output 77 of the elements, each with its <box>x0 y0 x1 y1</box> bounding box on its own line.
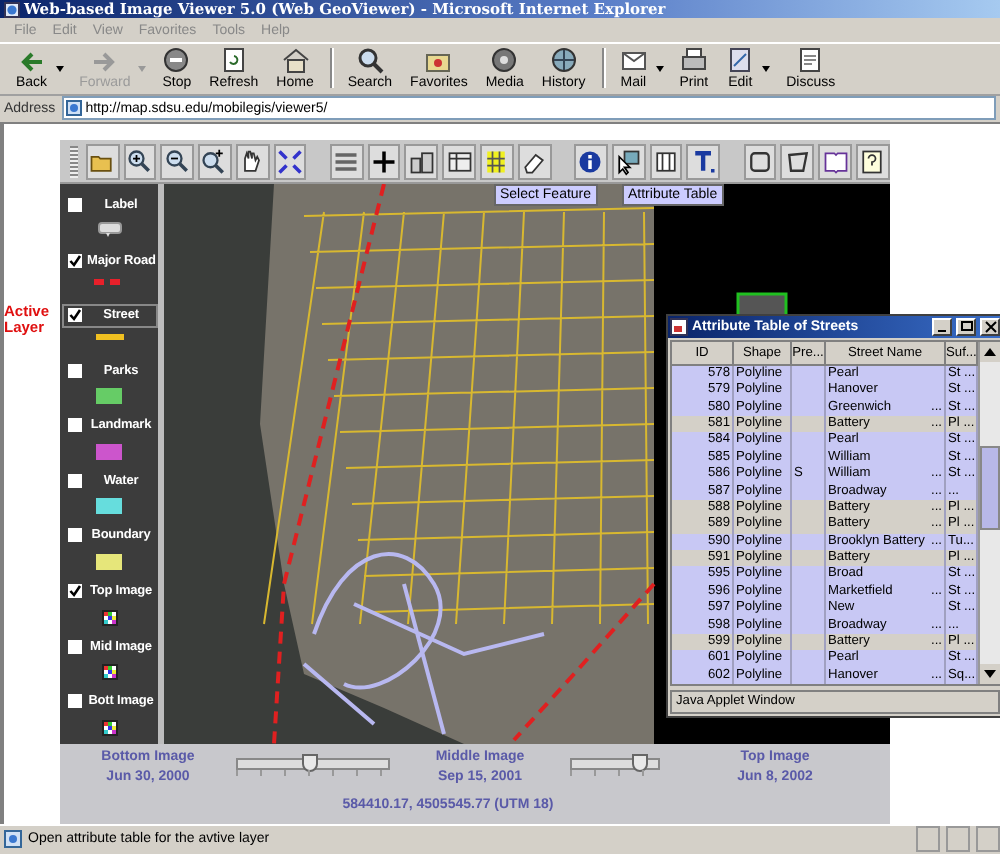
status-pane <box>976 826 1000 853</box>
toolbar-grip <box>70 145 78 178</box>
status-pane <box>916 826 940 853</box>
info-icon <box>576 147 605 176</box>
checkbox[interactable] <box>67 418 81 433</box>
page-icon <box>4 830 22 849</box>
status-pane <box>946 826 970 853</box>
scroll-down-icon <box>984 670 996 679</box>
checkbox[interactable] <box>67 694 81 709</box>
globe-icon <box>549 46 578 75</box>
checkbox[interactable] <box>67 308 81 323</box>
tool-button[interactable] <box>856 143 890 180</box>
close-icon <box>983 319 997 334</box>
slider-thumb[interactable] <box>302 754 318 773</box>
image-grid-icon <box>101 719 117 736</box>
tool-button[interactable] <box>404 143 439 180</box>
close-button[interactable] <box>980 317 1000 336</box>
label-symbol-icon <box>97 222 121 239</box>
tool-button[interactable] <box>686 143 721 180</box>
checkbox[interactable] <box>67 639 81 654</box>
checkbox[interactable] <box>67 253 81 267</box>
scroll-thumb[interactable] <box>980 445 1000 530</box>
tool-button[interactable] <box>517 143 552 180</box>
tool-button[interactable] <box>480 143 514 180</box>
tool-button[interactable] <box>160 143 195 180</box>
home-icon <box>281 46 310 75</box>
tool-button[interactable] <box>649 143 683 180</box>
tool-button[interactable] <box>574 143 608 180</box>
select-feature-icon <box>614 147 643 176</box>
tool-button[interactable] <box>780 143 815 180</box>
checkbox[interactable] <box>67 363 81 378</box>
scrollbar[interactable] <box>978 341 1000 685</box>
search-icon <box>355 46 384 75</box>
page-icon <box>65 100 82 117</box>
buildings-icon <box>407 147 436 176</box>
checkbox[interactable] <box>67 197 81 212</box>
image-grid-icon <box>101 664 117 681</box>
mail-icon <box>619 46 648 75</box>
tool-button[interactable] <box>442 143 477 180</box>
table-icon <box>445 147 474 176</box>
minimize-button[interactable] <box>932 317 952 336</box>
printer-icon <box>679 46 708 75</box>
edit-page-icon <box>726 46 755 75</box>
plus-icon <box>370 147 399 176</box>
checkbox[interactable] <box>67 528 81 543</box>
checkbox[interactable] <box>67 473 81 488</box>
maximize-icon <box>959 319 973 334</box>
zoom-in-icon <box>125 147 154 176</box>
full-extent-icon <box>276 147 305 176</box>
zoom-out-icon <box>163 147 192 176</box>
polygon-tool-icon <box>783 147 812 176</box>
tool-button[interactable] <box>367 143 401 180</box>
slider-thumb[interactable] <box>632 754 649 773</box>
zoom-plus-minus-icon <box>200 147 229 176</box>
tool-button[interactable] <box>235 143 270 180</box>
attribute-table-icon <box>652 147 681 176</box>
discuss-icon <box>796 46 825 75</box>
image-grid-icon <box>101 609 117 626</box>
tool-button[interactable] <box>273 143 307 180</box>
tool-button[interactable] <box>123 143 157 180</box>
checkbox[interactable] <box>67 584 81 599</box>
media-icon <box>490 46 519 75</box>
maximize-button[interactable] <box>956 317 976 336</box>
browser-icon <box>4 1 20 18</box>
tool-button[interactable] <box>743 143 777 180</box>
stop-icon <box>162 46 191 75</box>
book-icon <box>821 147 850 176</box>
tool-button[interactable] <box>611 143 646 180</box>
highlighter-icon <box>482 147 511 176</box>
help-icon <box>858 147 887 176</box>
tool-button[interactable] <box>818 143 853 180</box>
rectangle-tool-icon <box>746 147 775 176</box>
text-tool-icon <box>689 147 718 176</box>
tool-button[interactable] <box>198 143 232 180</box>
scroll-up-icon <box>984 347 996 356</box>
layers-icon <box>332 147 361 176</box>
refresh-icon <box>219 46 248 75</box>
